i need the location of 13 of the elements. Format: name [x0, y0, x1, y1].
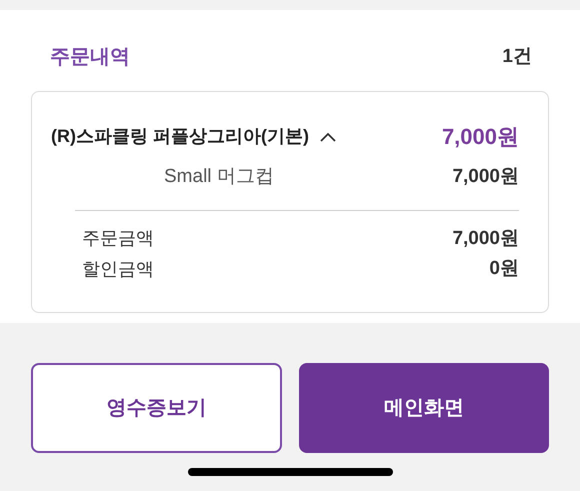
order-count: 1건 [502, 44, 532, 69]
chevron-up-icon[interactable] [318, 130, 337, 142]
option-price: 7,000원 [452, 165, 519, 189]
summary-value: 7,000원 [452, 226, 519, 250]
action-button[interactable]: 영수증보기 [31, 363, 282, 453]
item-price: 7,000원 [442, 123, 519, 151]
summary-label: 할인금액 [82, 258, 154, 281]
action-button[interactable]: 메인화면 [298, 363, 549, 453]
summary-label: 주문금액 [82, 227, 154, 250]
item-name: (R)스파클링 퍼플상그리아(기본) [51, 125, 309, 148]
option-name: Small 머그컵 [164, 165, 274, 189]
summary-value: 0원 [489, 257, 519, 281]
section-title: 주문내역 [50, 45, 130, 70]
